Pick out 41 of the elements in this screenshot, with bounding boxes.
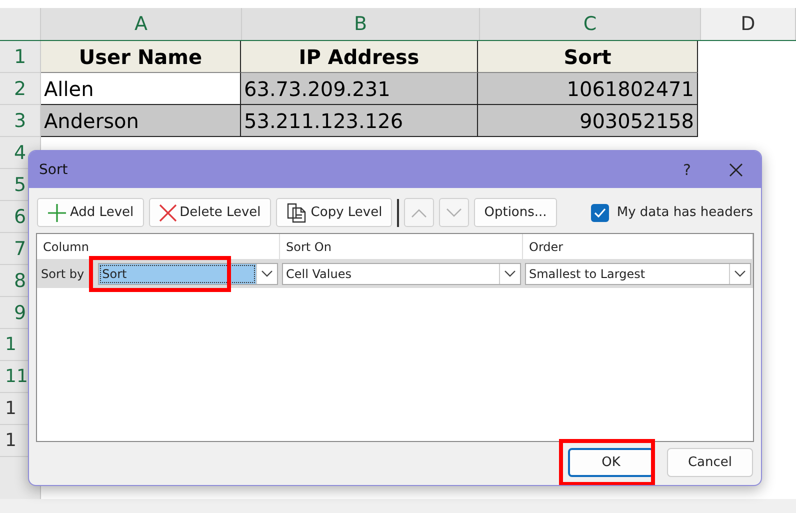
chevron-down-icon <box>504 270 516 278</box>
ok-button[interactable]: OK <box>568 448 654 477</box>
chevron-down-icon <box>446 208 462 218</box>
order-dropdown[interactable]: Smallest to Largest <box>525 263 751 285</box>
select-all-button[interactable] <box>0 8 41 40</box>
chevron-up-icon <box>411 208 428 218</box>
headers-checkbox[interactable]: My data has headers <box>590 204 753 222</box>
chevron-down-icon <box>734 270 746 278</box>
dialog-title: Sort <box>39 162 69 178</box>
column-header[interactable]: A <box>41 8 242 40</box>
delete-level-button[interactable]: Delete Level <box>148 198 271 227</box>
row-header[interactable]: 3 <box>0 105 40 137</box>
copy-icon <box>286 202 308 222</box>
help-button[interactable]: ? <box>667 160 707 180</box>
row-header[interactable]: 1 <box>0 41 40 73</box>
grid-column-header: Sort On <box>280 234 523 259</box>
level-label: Sort by <box>40 267 84 281</box>
close-icon[interactable] <box>729 162 743 176</box>
table-cell: 53.211.123.126 <box>241 105 478 137</box>
column-header[interactable]: B <box>242 8 480 40</box>
table-cell: 903052158 <box>478 105 698 137</box>
add-level-button[interactable]: Add Level <box>37 198 144 227</box>
checkmark-icon <box>594 208 606 218</box>
options-button[interactable]: Options... <box>474 198 557 227</box>
sort-on-dropdown[interactable]: Cell Values <box>282 263 521 285</box>
table-cell: 1061802471 <box>478 73 698 105</box>
chevron-down-icon <box>261 270 273 278</box>
copy-level-button[interactable]: Copy Level <box>276 198 392 227</box>
table-cell: 63.73.209.231 <box>241 73 478 105</box>
column-title: IP Address <box>241 41 478 73</box>
x-icon <box>158 204 177 222</box>
column-dropdown[interactable]: Sort <box>98 263 278 285</box>
grid-column-header: Order <box>523 234 753 259</box>
column-title: Sort <box>478 41 698 73</box>
column-header[interactable]: D <box>701 8 796 40</box>
column-title: User Name <box>41 41 241 73</box>
plus-icon <box>47 202 67 222</box>
table-cell: Anderson <box>41 105 241 137</box>
row-header[interactable]: 2 <box>0 73 40 105</box>
cancel-button[interactable]: Cancel <box>667 448 753 477</box>
grid-column-header: Column <box>37 234 280 259</box>
